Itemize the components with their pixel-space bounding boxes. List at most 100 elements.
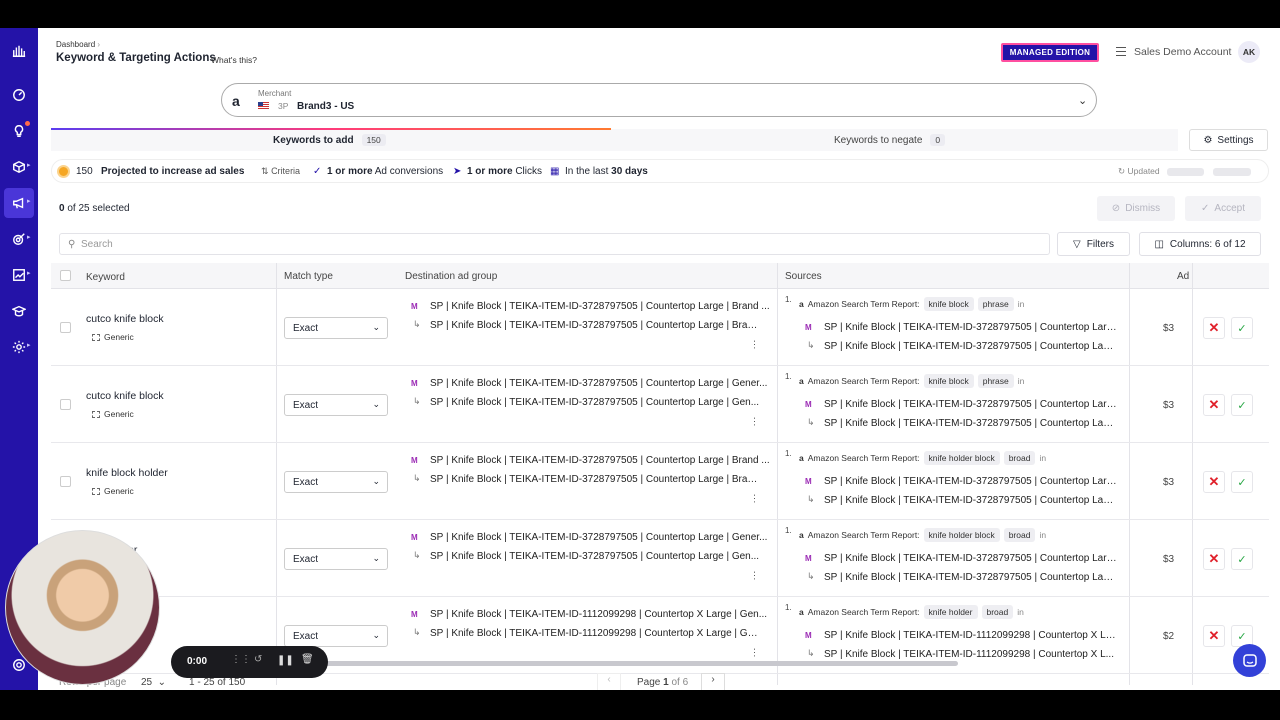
select-all-checkbox[interactable] [60,270,71,281]
filters-button[interactable]: ▽ Filters [1057,232,1130,256]
accept-row-button[interactable]: ✓ [1231,471,1253,493]
match-type-chip: broad [981,605,1014,619]
prev-page-button[interactable]: ‹ [597,673,621,690]
rows-per-page-select[interactable]: 25 ⌄ [141,677,166,688]
source-ad-group-child[interactable]: SP | Knife Block | TEIKA-ITEM-ID-1112099… [824,649,1114,660]
logo-icon[interactable] [10,42,28,60]
source-ad-group[interactable]: SP | Knife Block | TEIKA-ITEM-ID-3728797… [824,322,1120,333]
pause-icon[interactable]: ❚❚ [277,655,294,666]
criteria-text: Criteria [271,166,301,176]
match-type-select[interactable]: Exact ⌄ [284,394,388,416]
source-ad-group-child[interactable]: SP | Knife Block | TEIKA-ITEM-ID-3728797… [824,341,1114,352]
source-ad-group[interactable]: SP | Knife Block | TEIKA-ITEM-ID-1112099… [824,630,1120,641]
reject-button[interactable]: ✕ [1203,471,1225,493]
col-sources[interactable]: Sources [785,271,822,282]
search-input[interactable]: ⚲ Search [59,233,1050,255]
horizontal-scrollbar[interactable] [258,661,958,666]
source-ad-group-child[interactable]: SP | Knife Block | TEIKA-ITEM-ID-3728797… [824,572,1114,583]
destination-ad-group-child[interactable]: SP | Knife Block | TEIKA-ITEM-ID-1112099… [430,628,760,639]
merchant-type: 3P [278,101,289,111]
megaphone-icon[interactable] [10,194,28,212]
tag-label: Generic [104,332,134,342]
dismiss-button[interactable]: ⊘ Dismiss [1097,196,1175,221]
match-type-select[interactable]: Exact ⌄ [284,317,388,339]
accept-button[interactable]: ✓ Accept [1185,196,1261,221]
restart-icon[interactable]: ↺ [254,654,262,665]
reject-button[interactable]: ✕ [1203,625,1225,647]
table-row[interactable]: knife block holder Generic Exact ⌄ M SP |… [51,443,1269,520]
more-options-icon[interactable]: ⋯ [749,571,760,581]
row-checkbox[interactable] [60,476,71,487]
col-match-type[interactable]: Match type [284,271,333,282]
more-options-icon[interactable]: ⋯ [749,340,760,350]
table-row[interactable]: cutco knife block Generic Exact ⌄ M SP | … [51,289,1269,366]
destination-ad-group[interactable]: SP | Knife Block | TEIKA-ITEM-ID-1112099… [430,609,770,620]
tag-icon [92,410,100,418]
destination-ad-group-child[interactable]: SP | Knife Block | TEIKA-ITEM-ID-3728797… [430,320,760,331]
menu-icon[interactable] [1116,47,1126,56]
destination-ad-group-child[interactable]: SP | Knife Block | TEIKA-ITEM-ID-3728797… [430,474,760,485]
search-term-chip: knife block [923,374,974,388]
destination-ad-group[interactable]: SP | Knife Block | TEIKA-ITEM-ID-3728797… [430,301,770,312]
settings-button[interactable]: ⚙ Settings [1189,129,1268,151]
table-row[interactable]: cutco knife block Generic Exact ⌄ M SP | … [51,366,1269,443]
tag-icon [92,333,100,341]
drag-handle-icon[interactable]: ⋮⋮ [231,654,251,665]
reject-button[interactable]: ✕ [1203,548,1225,570]
col-keyword[interactable]: Keyword [86,272,125,283]
source-ad-group[interactable]: SP | Knife Block | TEIKA-ITEM-ID-3728797… [824,476,1120,487]
col-ad[interactable]: Ad [1177,271,1189,282]
tab-keywords-to-add[interactable]: Keywords to add 150 [273,134,386,146]
chat-launcher-button[interactable] [1233,644,1266,677]
table-row[interactable]: ...ck holder Exact⌄ M SP | Knife Block |… [51,520,1269,597]
accept-label: Accept [1214,203,1245,214]
source-ad-group-child[interactable]: SP | Knife Block | TEIKA-ITEM-ID-3728797… [824,495,1114,506]
columns-button[interactable]: ◫ Columns: 6 of 12 [1139,232,1261,256]
avatar[interactable]: AK [1238,41,1260,63]
reject-button[interactable]: ✕ [1203,317,1225,339]
dashboard-icon[interactable] [10,86,28,104]
criteria-text: Clicks [515,166,542,177]
next-page-button[interactable]: › [701,673,725,690]
destination-ad-group[interactable]: SP | Knife Block | TEIKA-ITEM-ID-3728797… [430,455,770,466]
row-checkbox[interactable] [60,399,71,410]
graduation-cap-icon[interactable] [10,302,28,320]
destination-ad-group[interactable]: SP | Knife Block | TEIKA-ITEM-ID-3728797… [430,378,770,389]
source-line: a Amazon Search Term Report: knife holder … [799,528,1046,542]
source-ad-group[interactable]: SP | Knife Block | TEIKA-ITEM-ID-3728797… [824,553,1120,564]
destination-ad-group[interactable]: SP | Knife Block | TEIKA-ITEM-ID-3728797… [430,532,770,543]
match-type-select[interactable]: Exact ⌄ [284,471,388,493]
merchant-select[interactable]: a Merchant 3P Brand3 - US ⌄ [221,83,1097,117]
account-name[interactable]: Sales Demo Account [1134,46,1231,58]
breadcrumb-dashboard[interactable]: Dashboard [56,40,95,49]
accept-row-button[interactable]: ✓ [1231,548,1253,570]
match-type-select[interactable]: Exact ⌄ [284,548,388,570]
whats-this-link[interactable]: What's this? [211,55,257,65]
reject-button[interactable]: ✕ [1203,394,1225,416]
gear-icon[interactable] [10,338,28,356]
source-ad-group[interactable]: SP | Knife Block | TEIKA-ITEM-ID-3728797… [824,399,1120,410]
match-type-select[interactable]: Exact ⌄ [284,625,388,647]
accept-row-button[interactable]: ✓ [1231,317,1253,339]
accept-row-button[interactable]: ✓ [1231,394,1253,416]
merchant-m-icon: M [411,533,418,542]
destination-ad-group-child[interactable]: SP | Knife Block | TEIKA-ITEM-ID-3728797… [430,551,760,562]
chart-icon[interactable] [10,266,28,284]
cursor-icon: ➤ [453,166,462,177]
merchant-m-icon: M [411,302,418,311]
col-destination-ad-group[interactable]: Destination ad group [405,271,497,282]
more-options-icon[interactable]: ⋯ [749,648,760,658]
source-ad-group-child[interactable]: SP | Knife Block | TEIKA-ITEM-ID-3728797… [824,418,1114,429]
keyword-text: knife block holder [86,467,168,479]
match-value: Exact [293,400,319,411]
more-options-icon[interactable]: ⋯ [749,494,760,504]
target-icon[interactable] [10,230,28,248]
more-options-icon[interactable]: ⋯ [749,417,760,427]
destination-ad-group-child[interactable]: SP | Knife Block | TEIKA-ITEM-ID-3728797… [430,397,760,408]
row-checkbox[interactable] [60,322,71,333]
breadcrumb[interactable]: Dashboard › [56,40,100,49]
box-icon[interactable] [10,158,28,176]
trash-icon[interactable]: 🗑 [301,654,314,665]
sub-arrow-icon: ↳ [807,340,815,350]
tab-keywords-to-negate[interactable]: Keywords to negate 0 [834,134,946,146]
